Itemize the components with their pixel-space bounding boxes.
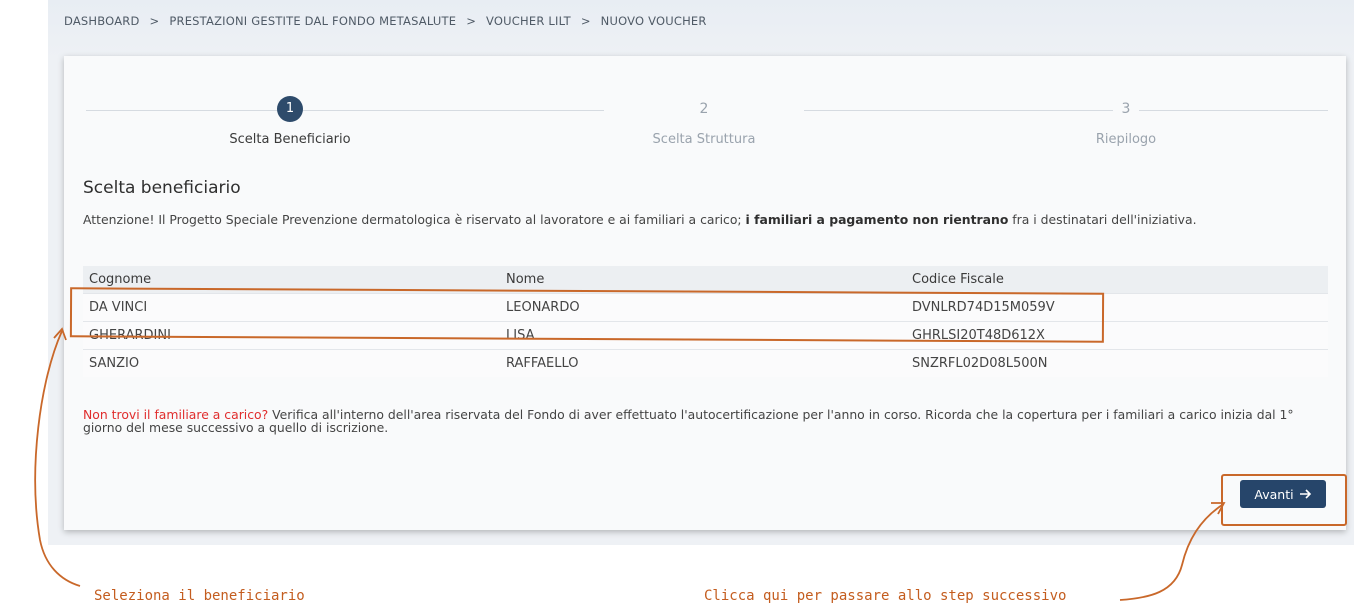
arrow-to-button <box>1119 504 1223 601</box>
annotation-select-beneficiary: Seleziona il beneficiario <box>94 588 305 604</box>
annotation-arrows <box>34 327 1226 601</box>
arrow-to-row <box>34 330 81 587</box>
annotation-click-next: Clicca qui per passare allo step success… <box>704 588 1067 604</box>
